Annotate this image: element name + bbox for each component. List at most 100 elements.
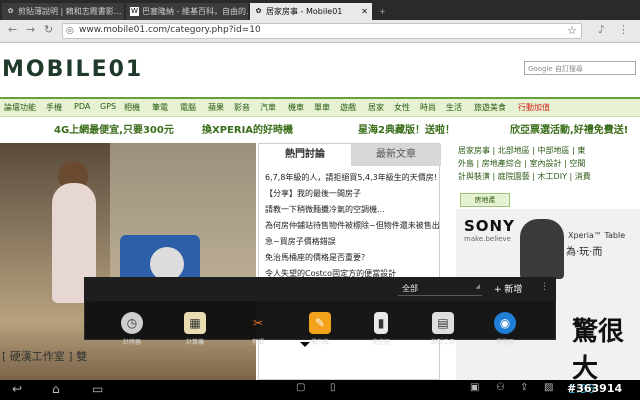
recorder-icon: ▤ xyxy=(432,312,454,334)
app-label: 遙控器 xyxy=(371,339,390,346)
category-link[interactable]: GPS xyxy=(100,102,116,111)
tab-latest-articles[interactable]: 最新文章 xyxy=(351,144,441,166)
browser-icon: ◉ xyxy=(494,312,516,334)
app-remote[interactable]: ▮ 遙控器 xyxy=(357,312,405,346)
bookmark-star-icon[interactable]: ☆ xyxy=(567,24,577,37)
memo-icon: ✎ xyxy=(309,312,331,334)
category-link[interactable]: 電腦 xyxy=(180,102,196,113)
menu-icon[interactable]: ⋮ xyxy=(618,23,629,36)
promo-bar: 4G上網最便宜,只要300元 換XPERIA的好時機 星海2典藏版！送啦！ 欣亞… xyxy=(0,121,640,137)
category-link[interactable]: 生活 xyxy=(446,102,462,113)
remote-icon: ▮ xyxy=(374,312,388,334)
category-link[interactable]: PDA xyxy=(74,102,90,111)
app-filter-dropdown[interactable]: 全部 ◢ xyxy=(398,282,482,296)
category-link[interactable]: 時尚 xyxy=(420,102,436,113)
discussion-link[interactable]: 為何房仲鋪站待售物件被標除~但物件還未被售出?? xyxy=(265,220,439,231)
url-field[interactable]: ◎ www.mobile01.com/category.php?id=10 ☆ xyxy=(62,23,582,39)
screenshot-icon[interactable]: ▨ xyxy=(544,382,553,393)
ad-brand: SONY xyxy=(464,217,515,235)
category-link[interactable]: 女性 xyxy=(394,102,410,113)
app-clip[interactable]: ✂ 剪輯 xyxy=(234,312,282,346)
small-apps-icon[interactable]: ▢ xyxy=(296,382,305,393)
promo-link[interactable]: 4G上網最便宜,只要300元 xyxy=(54,121,174,136)
remote-shortcut-icon[interactable]: ▯ xyxy=(330,382,336,393)
discussion-link[interactable]: 【分享】我的最後一間房子 xyxy=(265,188,439,199)
category-link[interactable]: 論壇功能 xyxy=(4,102,36,113)
site-search-input[interactable]: Google 自訂搜尋 xyxy=(524,61,636,75)
app-filter-value: 全部 xyxy=(402,284,418,293)
android-icon[interactable]: ⚇ xyxy=(496,382,505,393)
category-link[interactable]: 遊戲 xyxy=(340,102,356,113)
ad-product: Xperia™ Table xyxy=(568,231,626,240)
timer-icon: ◷ xyxy=(121,312,143,334)
photo-toy-face xyxy=(150,247,184,281)
recent-apps-icon[interactable]: ▭ xyxy=(92,382,103,396)
category-link[interactable]: 筆電 xyxy=(152,102,168,113)
home-nav-icon[interactable]: ⌂ xyxy=(52,382,60,396)
real-estate-button[interactable]: 房地產 xyxy=(460,193,510,207)
subcategory-links[interactable]: 計與裝潢 | 庭院園藝 | 木工DIY | 消費 xyxy=(458,171,591,182)
close-tab-icon[interactable]: ✕ xyxy=(361,3,368,20)
browser-tab[interactable]: ✿ 剪貼薄說明 | 賴和志霞書影... xyxy=(2,3,124,20)
ad-person xyxy=(520,219,564,279)
category-link[interactable]: 相機 xyxy=(124,102,140,113)
category-nav: 論壇功能 手機 PDA GPS 相機 筆電 電腦 蘋果 影音 汽車 機車 單車 … xyxy=(0,97,640,117)
app-recorder[interactable]: ▤ 錄製工具 xyxy=(419,312,467,346)
site-logo[interactable]: MOBILE01 xyxy=(2,57,143,82)
category-link[interactable]: 手機 xyxy=(46,102,62,113)
discussion-link[interactable]: 免治馬桶座的價格是否重要？ xyxy=(265,252,439,263)
category-link[interactable]: 汽車 xyxy=(260,102,276,113)
reload-icon[interactable]: ↻ xyxy=(44,23,53,36)
mic-icon[interactable]: ♪ xyxy=(598,23,605,36)
app-browser[interactable]: ◉ 瀏覽器 xyxy=(481,312,529,346)
back-icon[interactable]: ← xyxy=(8,23,17,36)
discussion-panel: 熱門討論 最新文章 6,7,8年級的人，請拒絕買5,4,3年級生的天價房! 【分… xyxy=(258,143,441,380)
promo-link[interactable]: 換XPERIA的好時機 xyxy=(202,121,293,136)
discussion-link[interactable]: 6,7,8年級的人，請拒絕買5,4,3年級生的天價房! xyxy=(265,172,439,183)
watermark-text: #363914 xyxy=(567,382,623,395)
back-nav-icon[interactable]: ↩ xyxy=(12,382,22,396)
new-tab-button[interactable]: + xyxy=(376,3,390,20)
launcher-pointer xyxy=(300,342,310,347)
category-link[interactable]: 機車 xyxy=(288,102,304,113)
app-label: 計時器 xyxy=(122,339,141,346)
subcategory-links[interactable]: 居家房事 | 北部地區 | 中部地區 | 東 xyxy=(458,145,585,156)
category-link[interactable]: 影音 xyxy=(234,102,250,113)
category-link[interactable]: 蘋果 xyxy=(208,102,224,113)
tab-favicon-icon: ✿ xyxy=(7,7,14,15)
tab-hot-discussions[interactable]: 熱門討論 xyxy=(259,144,351,166)
tab-title: 巴塞隆納 - 維基百科，自由的... xyxy=(142,7,248,16)
tab-favicon-icon: ✿ xyxy=(255,7,262,15)
promo-link[interactable]: 星海2典藏版！送啦！ xyxy=(358,121,455,136)
category-link[interactable]: 旅遊美食 xyxy=(474,102,506,113)
category-link[interactable]: 行動加值 xyxy=(518,102,550,113)
url-text: www.mobile01.com/category.php?id=10 xyxy=(79,25,261,35)
ad-tagline: make.believe xyxy=(464,235,511,243)
ad-slogan: 為·玩·而 xyxy=(566,247,603,258)
browser-tab[interactable]: W 巴塞隆納 - 維基百科，自由的... xyxy=(126,3,248,20)
address-bar-row: ← → ↻ ◎ www.mobile01.com/category.php?id… xyxy=(0,20,640,43)
discussion-link[interactable]: 請教一下稍微麵攤冷氣的空調機... xyxy=(265,204,439,215)
app-calculator[interactable]: ▦ 計算機 xyxy=(171,312,219,346)
launcher-header xyxy=(84,277,556,301)
browser-tab-bar: ✿ 剪貼薄說明 | 賴和志霞書影... W 巴塞隆納 - 維基百科，自由的...… xyxy=(0,0,640,20)
featured-article-title[interactable]: [ 硬漢工作室 ] 雙 xyxy=(2,348,87,364)
browser-tab-active[interactable]: ✿ 居家房事 - Mobile01 ✕ xyxy=(250,3,372,20)
system-navigation-bar: ↩ ⌂ ▭ ▢ ▯ ▣ ⚇ ⇪ ▨ 1:36 xyxy=(0,380,640,400)
launcher-menu-icon[interactable]: ⋮ xyxy=(540,282,549,292)
ad-headline: 驚很大 xyxy=(572,317,625,380)
app-memo[interactable]: ✎ 備忘錄 xyxy=(296,312,344,346)
discussion-link[interactable]: 急~買房子價格錯誤 xyxy=(265,236,439,247)
add-app-button[interactable]: + 新增 xyxy=(494,282,522,295)
app-label: 計算機 xyxy=(185,339,204,346)
notification-icon[interactable]: ▣ xyxy=(470,382,479,393)
subcategory-links[interactable]: 外島 | 房地產綜合 | 室內設計 | 空間 xyxy=(458,158,585,169)
dropdown-triangle-icon: ◢ xyxy=(475,283,480,290)
category-link[interactable]: 單車 xyxy=(314,102,330,113)
app-timer[interactable]: ◷ 計時器 xyxy=(108,312,156,346)
usb-icon[interactable]: ⇪ xyxy=(520,382,528,393)
category-link[interactable]: 居家 xyxy=(368,102,384,113)
app-label: 錄製工具 xyxy=(430,339,455,346)
promo-link[interactable]: 欣亞票選活動,好禮免費送! xyxy=(510,121,628,136)
forward-icon[interactable]: → xyxy=(26,23,35,36)
